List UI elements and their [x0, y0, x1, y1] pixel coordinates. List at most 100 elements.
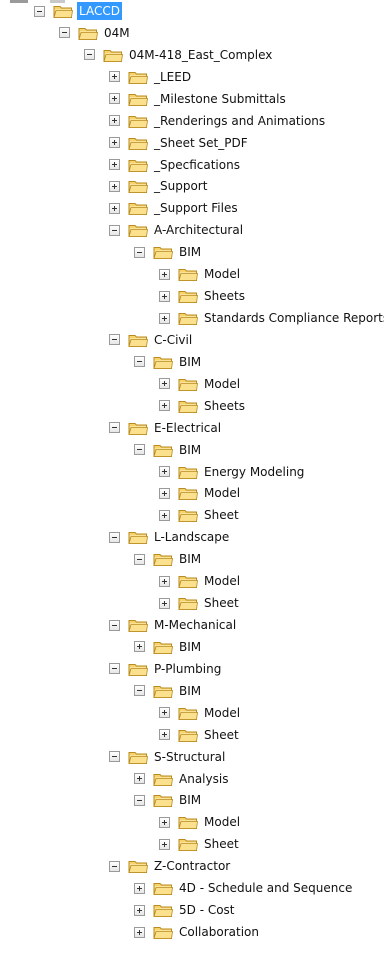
tree-item-bim[interactable]: BIM: [134, 790, 203, 810]
tree-item-c-civil[interactable]: C-Civil: [109, 330, 194, 350]
tree-item-a-architectural[interactable]: A-Architectural: [109, 220, 245, 240]
tree-item-label: M-Mechanical: [154, 618, 237, 633]
tree-item-renderings-and-animations[interactable]: _Renderings and Animations: [109, 111, 327, 131]
tree-item-label: Collaboration: [179, 925, 259, 940]
tree-item-bim[interactable]: BIM: [134, 637, 203, 657]
tree-item-model[interactable]: Model: [159, 703, 242, 723]
tree-item-04m[interactable]: 04M: [59, 23, 132, 43]
folder-icon: [128, 137, 148, 150]
expand-toggle-icon[interactable]: [109, 159, 120, 170]
expand-toggle-icon[interactable]: [109, 115, 120, 127]
tree-item-support[interactable]: _Support: [109, 176, 209, 196]
tree-item-sheets[interactable]: Sheets: [159, 396, 247, 416]
tree-item-4d-schedule-and-sequence[interactable]: 4D - Schedule and Sequence: [134, 878, 354, 898]
tree-item-m-mechanical[interactable]: M-Mechanical: [109, 615, 238, 635]
tree-item-model[interactable]: Model: [159, 571, 242, 591]
expand-toggle-icon[interactable]: [134, 904, 145, 916]
expand-toggle-icon[interactable]: [159, 487, 170, 499]
expand-toggle-icon[interactable]: [159, 509, 170, 521]
tree-item-bim[interactable]: BIM: [134, 352, 203, 372]
expand-toggle-icon[interactable]: [159, 290, 170, 302]
tree-item-model[interactable]: Model: [159, 264, 242, 284]
tree-item-bim[interactable]: BIM: [134, 440, 203, 460]
expand-toggle-icon[interactable]: [109, 180, 120, 192]
collapse-toggle-icon[interactable]: [134, 794, 145, 806]
expand-toggle-icon[interactable]: [109, 137, 120, 149]
expand-toggle-icon[interactable]: [159, 378, 170, 390]
tree-item-sheet[interactable]: Sheet: [159, 834, 241, 854]
tree-item-bim[interactable]: BIM: [134, 681, 203, 701]
tree-item-04m-418-east-complex[interactable]: 04M-418_East_Complex: [84, 45, 274, 65]
tree-item-label: BIM: [179, 442, 202, 457]
collapse-toggle-icon[interactable]: [109, 224, 120, 236]
tree-item-sheet[interactable]: Sheet: [159, 505, 241, 525]
tree-item-support-files[interactable]: _Support Files: [109, 198, 240, 218]
collapse-toggle-icon[interactable]: [109, 334, 120, 346]
folder-icon: [128, 751, 148, 764]
tree-item-sheet[interactable]: Sheet: [159, 725, 241, 745]
tree-item-laccd[interactable]: LACCD: [34, 1, 122, 21]
collapse-toggle-icon[interactable]: [134, 356, 145, 368]
tree-item-specfications[interactable]: _Specfications: [109, 155, 242, 175]
collapse-toggle-icon[interactable]: [134, 685, 145, 697]
tree-item-bim[interactable]: BIM: [134, 242, 203, 262]
tree-item-l-landscape[interactable]: L-Landscape: [109, 527, 231, 547]
collapse-toggle-icon[interactable]: [59, 27, 70, 39]
tree-item-model[interactable]: Model: [159, 812, 242, 832]
collapse-toggle-icon[interactable]: [84, 49, 95, 61]
tree-item-label: Z-Contractor: [154, 859, 231, 874]
collapse-toggle-icon[interactable]: [109, 619, 120, 631]
expand-toggle-icon[interactable]: [159, 597, 170, 609]
collapse-toggle-icon[interactable]: [109, 663, 120, 675]
tree-item-analysis[interactable]: Analysis: [134, 769, 230, 789]
expand-toggle-icon[interactable]: [109, 202, 120, 214]
expand-toggle-icon[interactable]: [159, 400, 170, 412]
tree-item-s-structural[interactable]: S-Structural: [109, 747, 227, 767]
expand-toggle-icon[interactable]: [159, 312, 170, 324]
tree-item-label: C-Civil: [154, 332, 193, 347]
tree-item-sheet[interactable]: Sheet: [159, 593, 241, 613]
collapse-toggle-icon[interactable]: [109, 751, 120, 763]
expand-toggle-icon[interactable]: [159, 838, 170, 850]
tree-item-e-electrical[interactable]: E-Electrical: [109, 418, 223, 438]
expand-toggle-icon[interactable]: [134, 926, 145, 938]
tree-item-label: P-Plumbing: [154, 661, 222, 676]
collapse-toggle-icon[interactable]: [134, 246, 145, 258]
collapse-toggle-icon[interactable]: [109, 531, 120, 543]
expand-toggle-icon[interactable]: [159, 575, 170, 587]
tree-item-5d-cost[interactable]: 5D - Cost: [134, 900, 237, 920]
expand-toggle-icon[interactable]: [134, 641, 145, 653]
expand-toggle-icon[interactable]: [134, 773, 145, 785]
tree-item-label: BIM: [179, 683, 202, 698]
tree-item-model[interactable]: Model: [159, 374, 242, 394]
collapse-toggle-icon[interactable]: [134, 553, 145, 565]
tree-item-bim[interactable]: BIM: [134, 549, 203, 569]
tree-item-z-contractor[interactable]: Z-Contractor: [109, 856, 232, 876]
tree-item-milestone-submittals[interactable]: _Milestone Submittals: [109, 89, 288, 109]
collapse-toggle-icon[interactable]: [34, 5, 45, 17]
expand-toggle-icon[interactable]: [159, 466, 170, 478]
tree-item-leed[interactable]: _LEED: [109, 67, 193, 87]
tree-item-model[interactable]: Model: [159, 483, 242, 503]
expand-toggle-icon[interactable]: [159, 729, 170, 741]
expand-toggle-icon[interactable]: [159, 268, 170, 280]
expand-toggle-icon[interactable]: [159, 816, 170, 828]
tree-item-standards-compliance-reports[interactable]: Standards Compliance Reports: [159, 308, 384, 328]
tree-item-collaboration[interactable]: Collaboration: [134, 922, 261, 942]
folder-icon: [128, 93, 148, 106]
collapse-toggle-icon[interactable]: [109, 422, 120, 434]
folder-icon: [178, 576, 198, 589]
collapse-toggle-icon[interactable]: [134, 444, 145, 456]
tree-item-energy-modeling[interactable]: Energy Modeling: [159, 462, 306, 482]
tree-item-p-plumbing[interactable]: P-Plumbing: [109, 659, 223, 679]
expand-toggle-icon[interactable]: [109, 71, 120, 83]
expand-toggle-icon[interactable]: [109, 93, 120, 105]
expand-toggle-icon[interactable]: [159, 707, 170, 719]
collapse-toggle-icon[interactable]: [109, 860, 120, 872]
folder-icon: [128, 181, 148, 194]
tree-item-sheet-set-pdf[interactable]: _Sheet Set_PDF: [109, 133, 250, 153]
folder-icon: [153, 247, 173, 260]
tree-item-sheets[interactable]: Sheets: [159, 286, 247, 306]
tree-item-label: _Renderings and Animations: [154, 113, 326, 128]
expand-toggle-icon[interactable]: [134, 882, 145, 894]
